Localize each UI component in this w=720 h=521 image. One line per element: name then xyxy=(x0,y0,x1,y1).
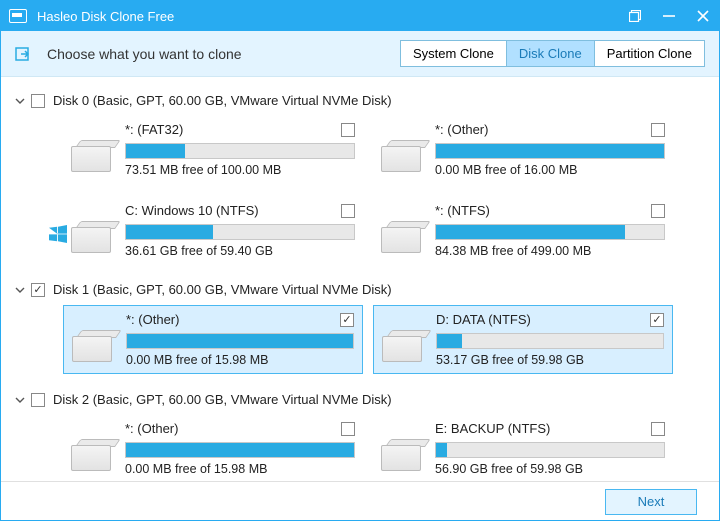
partition-free-text: 0.00 MB free of 16.00 MB xyxy=(435,163,665,177)
clone-mode-tabs: System Clone Disk Clone Partition Clone xyxy=(400,40,705,67)
tab-disk-clone[interactable]: Disk Clone xyxy=(507,41,595,66)
window-title: Hasleo Disk Clone Free xyxy=(37,9,627,24)
usage-bar xyxy=(125,143,355,159)
partition-checkbox[interactable] xyxy=(341,422,355,436)
partition-free-text: 0.00 MB free of 15.98 MB xyxy=(125,462,355,476)
disk-icon xyxy=(71,437,115,471)
disk-checkbox[interactable] xyxy=(31,94,45,108)
disk-row: Disk 1 (Basic, GPT, 60.00 GB, VMware Vir… xyxy=(13,278,707,301)
titlebar: Hasleo Disk Clone Free xyxy=(1,1,719,31)
partition-checkbox[interactable] xyxy=(341,204,355,218)
partition-free-text: 0.00 MB free of 15.98 MB xyxy=(126,353,354,367)
next-button[interactable]: Next xyxy=(605,489,697,515)
partition-card[interactable]: E: BACKUP (NTFS) 56.90 GB free of 59.98 G… xyxy=(373,415,673,481)
subheader: Choose what you want to clone System Clo… xyxy=(1,31,719,77)
partition-checkbox[interactable] xyxy=(651,422,665,436)
window-controls xyxy=(627,8,711,24)
partition-name: *: (FAT32) xyxy=(125,122,341,137)
partition-free-text: 84.38 MB free of 499.00 MB xyxy=(435,244,665,258)
disk-row: Disk 0 (Basic, GPT, 60.00 GB, VMware Vir… xyxy=(13,89,707,112)
disk-icon xyxy=(381,437,425,471)
partition-free-text: 73.51 MB free of 100.00 MB xyxy=(125,163,355,177)
partition-card[interactable]: *: (NTFS) 84.38 MB free of 499.00 MB xyxy=(373,197,673,264)
partition-name: C: Windows 10 (NTFS) xyxy=(125,203,341,218)
app-logo-icon xyxy=(9,9,27,23)
disk-icon xyxy=(382,328,426,362)
partition-checkbox[interactable] xyxy=(651,204,665,218)
partition-name: *: (Other) xyxy=(125,421,341,436)
usage-bar xyxy=(435,143,665,159)
disk-list[interactable]: Disk 0 (Basic, GPT, 60.00 GB, VMware Vir… xyxy=(1,77,719,481)
partition-name: *: (NTFS) xyxy=(435,203,651,218)
disk-icon xyxy=(71,138,115,172)
footer: Next xyxy=(1,481,719,521)
usage-bar xyxy=(435,442,665,458)
chevron-down-icon[interactable] xyxy=(13,283,27,297)
usage-bar xyxy=(436,333,664,349)
partition-card[interactable]: C: Windows 10 (NTFS) 36.61 GB free of 59.… xyxy=(63,197,363,264)
usage-bar xyxy=(126,333,354,349)
disk-icon xyxy=(72,328,116,362)
partition-grid: *: (Other) 0.00 MB free of 15.98 MB E: BAC… xyxy=(13,411,707,481)
partition-checkbox[interactable] xyxy=(651,123,665,137)
partition-free-text: 53.17 GB free of 59.98 GB xyxy=(436,353,664,367)
partition-name: E: BACKUP (NTFS) xyxy=(435,421,651,436)
prompt-text: Choose what you want to clone xyxy=(47,46,400,62)
partition-grid: *: (FAT32)73.51 MB free of 100.00 MB*: (… xyxy=(13,112,707,274)
partition-checkbox[interactable] xyxy=(341,123,355,137)
partition-name: D: DATA (NTFS) xyxy=(436,312,650,327)
disk-icon xyxy=(381,138,425,172)
minimize-icon[interactable] xyxy=(661,8,677,24)
partition-name: *: (Other) xyxy=(435,122,651,137)
usage-bar xyxy=(125,224,355,240)
disk-row: Disk 2 (Basic, GPT, 60.00 GB, VMware Vir… xyxy=(13,388,707,411)
tab-system-clone[interactable]: System Clone xyxy=(401,41,507,66)
close-icon[interactable] xyxy=(695,8,711,24)
partition-checkbox[interactable] xyxy=(650,313,664,327)
clone-action-icon xyxy=(15,45,33,63)
partition-grid: *: (Other) 0.00 MB free of 15.98 MB D: DAT… xyxy=(13,301,707,384)
usage-bar xyxy=(435,224,665,240)
disk-label: Disk 1 (Basic, GPT, 60.00 GB, VMware Vir… xyxy=(53,282,392,297)
partition-card[interactable]: *: (Other) 0.00 MB free of 16.00 MB xyxy=(373,116,673,183)
restore-icon[interactable] xyxy=(627,8,643,24)
disk-checkbox[interactable] xyxy=(31,393,45,407)
disk-checkbox[interactable] xyxy=(31,283,45,297)
partition-free-text: 36.61 GB free of 59.40 GB xyxy=(125,244,355,258)
partition-free-text: 56.90 GB free of 59.98 GB xyxy=(435,462,665,476)
partition-card[interactable]: *: (Other) 0.00 MB free of 15.98 MB xyxy=(63,305,363,374)
partition-card[interactable]: *: (FAT32) 73.51 MB free of 100.00 MB xyxy=(63,116,363,183)
partition-card[interactable]: D: DATA (NTFS) 53.17 GB free of 59.98 GB xyxy=(373,305,673,374)
partition-card[interactable]: *: (Other) 0.00 MB free of 15.98 MB xyxy=(63,415,363,481)
chevron-down-icon[interactable] xyxy=(13,94,27,108)
chevron-down-icon[interactable] xyxy=(13,393,27,407)
partition-checkbox[interactable] xyxy=(340,313,354,327)
usage-bar xyxy=(125,442,355,458)
tab-partition-clone[interactable]: Partition Clone xyxy=(595,41,704,66)
disk-label: Disk 0 (Basic, GPT, 60.00 GB, VMware Vir… xyxy=(53,93,392,108)
windows-disk-icon xyxy=(71,219,115,253)
disk-label: Disk 2 (Basic, GPT, 60.00 GB, VMware Vir… xyxy=(53,392,392,407)
partition-name: *: (Other) xyxy=(126,312,340,327)
disk-icon xyxy=(381,219,425,253)
